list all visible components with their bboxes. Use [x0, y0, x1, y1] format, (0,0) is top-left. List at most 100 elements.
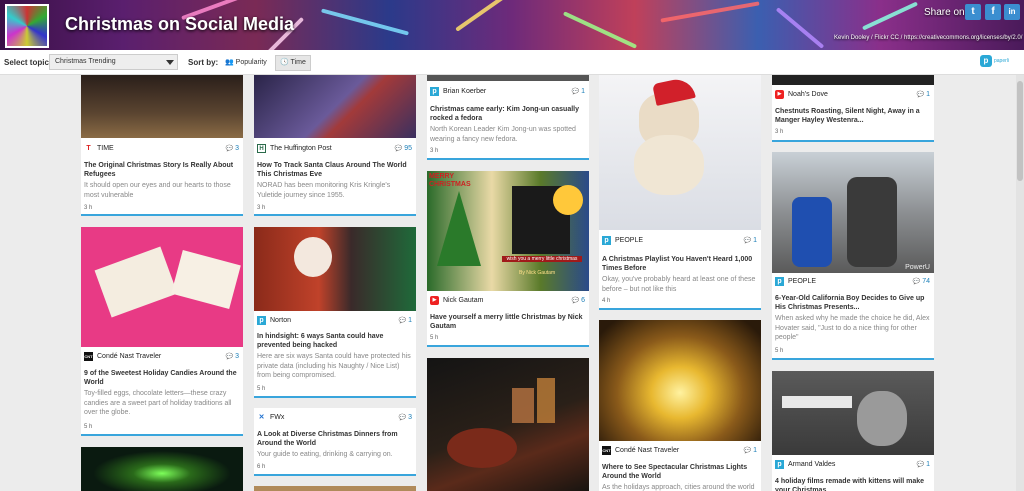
article-description: As the holidays approach, cities around … — [602, 484, 755, 491]
article-card[interactable]: pPEOPLE 1 A Christmas Playlist You Haven… — [599, 75, 761, 310]
twitter-share-button[interactable]: t — [965, 4, 981, 20]
article-description: When asked why he made the choice he did… — [775, 315, 930, 341]
article-card[interactable]: ✕FWx 3 A Look at Diverse Christmas Dinne… — [254, 408, 416, 476]
time-logo-icon: T — [86, 145, 91, 152]
article-title[interactable]: In hindsight: 6 ways Santa could have pr… — [257, 332, 412, 350]
article-description: It should open our eyes and our hearts t… — [84, 182, 231, 199]
merry-overlay-text: wish you a merry little christmas — [502, 256, 582, 262]
article-source: CNT Condé Nast Traveler — [84, 352, 162, 361]
linkedin-share-button[interactable]: in — [1004, 4, 1020, 20]
article-image — [599, 320, 761, 441]
comment-count: 1 — [744, 237, 757, 244]
page-title: Christmas on Social Media — [65, 14, 295, 34]
clock-icon: 🕓 — [280, 59, 289, 66]
article-title[interactable]: Chestnuts Roasting, Silent Night, Away i… — [775, 107, 930, 125]
youtube-logo-icon: ▶ — [775, 90, 784, 99]
users-icon: 👥 — [225, 59, 234, 66]
sort-popularity-label: Popularity — [235, 59, 267, 66]
facebook-share-button[interactable]: f — [985, 4, 1001, 20]
comment-count: 3 — [399, 414, 412, 421]
comment-count: 3 — [226, 145, 239, 152]
topic-select-value: Christmas Trending — [55, 58, 116, 65]
article-source: ✕ FWx — [258, 414, 285, 421]
article-image — [81, 75, 243, 138]
comment-count: 1 — [744, 447, 757, 454]
article-card[interactable]: TTIME 3 The Original Christmas Story Is … — [81, 75, 243, 216]
paperli-source-icon: p — [775, 460, 784, 469]
fwx-logo-icon: ✕ — [258, 414, 265, 421]
article-card[interactable] — [254, 486, 416, 491]
article-card[interactable]: pBrian Koerber 1 Christmas came early: K… — [427, 75, 589, 160]
sort-label: Sort by: — [188, 58, 219, 67]
article-description: Okay, you've probably heard at least one… — [602, 276, 756, 293]
article-image — [772, 75, 934, 85]
article-card[interactable] — [427, 358, 589, 491]
article-image — [254, 75, 416, 138]
article-title[interactable]: The Original Christmas Story Is Really A… — [84, 161, 239, 179]
article-source: H The Huffington Post — [257, 144, 332, 153]
article-title[interactable]: A Look at Diverse Christmas Dinners from… — [257, 430, 412, 448]
article-source: p Brian Koerber — [430, 87, 486, 96]
scrollbar[interactable] — [1016, 75, 1024, 491]
article-card[interactable]: pNorton 1 In hindsight: 6 ways Santa cou… — [254, 227, 416, 398]
article-title[interactable]: A Christmas Playlist You Haven't Heard 1… — [602, 255, 757, 273]
article-image — [427, 358, 589, 491]
paperli-badge[interactable]: p paperli — [980, 55, 1024, 69]
topic-label: Select topic: — [4, 58, 52, 67]
article-age: 6 h — [257, 464, 266, 470]
article-title[interactable]: 9 of the Sweetest Holiday Candies Around… — [84, 369, 239, 387]
article-age: 3 h — [84, 205, 93, 211]
article-description: NORAD has been monitoring Kris Kringle's… — [257, 182, 391, 199]
article-card[interactable]: PowerU pPEOPLE 74 6-Year-Old California … — [772, 152, 934, 360]
article-age: 3 h — [257, 205, 266, 211]
article-source: ▶ Nick Gautam — [430, 296, 483, 305]
scrollbar-thumb[interactable] — [1017, 81, 1023, 181]
comment-count: 74 — [913, 278, 930, 285]
article-title[interactable]: Where to See Spectacular Christmas Light… — [602, 463, 757, 481]
article-description: North Korean Leader Kim Jong-un was spot… — [430, 126, 576, 143]
article-title[interactable]: Have yourself a merry little Christmas b… — [430, 313, 585, 331]
huffpost-logo-icon: H — [257, 144, 266, 153]
article-title[interactable]: How To Track Santa Claus Around The Worl… — [257, 161, 412, 179]
paperli-source-icon: p — [430, 87, 439, 96]
comment-count: 1 — [572, 88, 585, 95]
topic-thumbnail — [5, 4, 49, 48]
sort-time-button[interactable]: 🕓 Time — [275, 55, 311, 71]
article-card[interactable] — [81, 447, 243, 491]
article-image: PowerU — [772, 152, 934, 273]
article-card[interactable]: HThe Huffington Post 95 How To Track San… — [254, 75, 416, 216]
chevron-down-icon — [166, 60, 174, 65]
comment-count: 6 — [572, 297, 585, 304]
article-age: 5 h — [775, 348, 784, 354]
article-card[interactable]: CNTCondé Nast Traveler 1 Where to See Sp… — [599, 320, 761, 491]
youtube-logo-icon: ▶ — [430, 296, 439, 305]
sort-popularity-button[interactable]: 👥 Popularity — [221, 55, 271, 71]
article-title[interactable]: 4 holiday films remade with kittens will… — [775, 477, 930, 491]
cnt-logo-icon: CNT — [602, 446, 611, 455]
article-source: ▶ Noah's Dove — [775, 90, 828, 99]
merry-byline-text: By Nick Gautam — [519, 270, 556, 276]
article-image: MERRY CHRISTMAS wish you a merry little … — [427, 171, 589, 291]
article-card[interactable]: MERRY CHRISTMAS wish you a merry little … — [427, 171, 589, 347]
article-source: p PEOPLE — [602, 236, 643, 245]
article-card[interactable]: ▶Noah's Dove 1 Chestnuts Roasting, Silen… — [772, 75, 934, 142]
article-age: 5 h — [430, 335, 439, 341]
article-card[interactable]: pArmand Valdes 1 4 holiday films remade … — [772, 371, 934, 491]
article-card[interactable]: CNTCondé Nast Traveler 3 9 of the Sweete… — [81, 227, 243, 436]
article-source: T TIME — [84, 144, 113, 153]
share-label: Share on: — [924, 7, 968, 18]
sort-time-label: Time — [290, 59, 306, 66]
article-title[interactable]: Christmas came early: Kim Jong-un casual… — [430, 105, 585, 123]
article-image — [427, 75, 589, 81]
article-source: p Norton — [257, 316, 291, 325]
article-title[interactable]: 6-Year-Old California Boy Decides to Giv… — [775, 294, 930, 312]
article-description: Toy-filled eggs, chocolate letters—these… — [84, 390, 232, 416]
article-age: 5 h — [84, 424, 93, 430]
topic-select[interactable]: Christmas Trending — [49, 54, 178, 70]
cnt-logo-icon: CNT — [84, 352, 93, 361]
article-source: CNT Condé Nast Traveler — [602, 446, 680, 455]
image-credit[interactable]: Kevin Dooley / Flickr CC / https://creat… — [834, 35, 1022, 41]
comment-count: 95 — [395, 145, 412, 152]
header-banner: Christmas on Social Media Share on: t f … — [0, 0, 1024, 50]
comment-count: 3 — [226, 353, 239, 360]
